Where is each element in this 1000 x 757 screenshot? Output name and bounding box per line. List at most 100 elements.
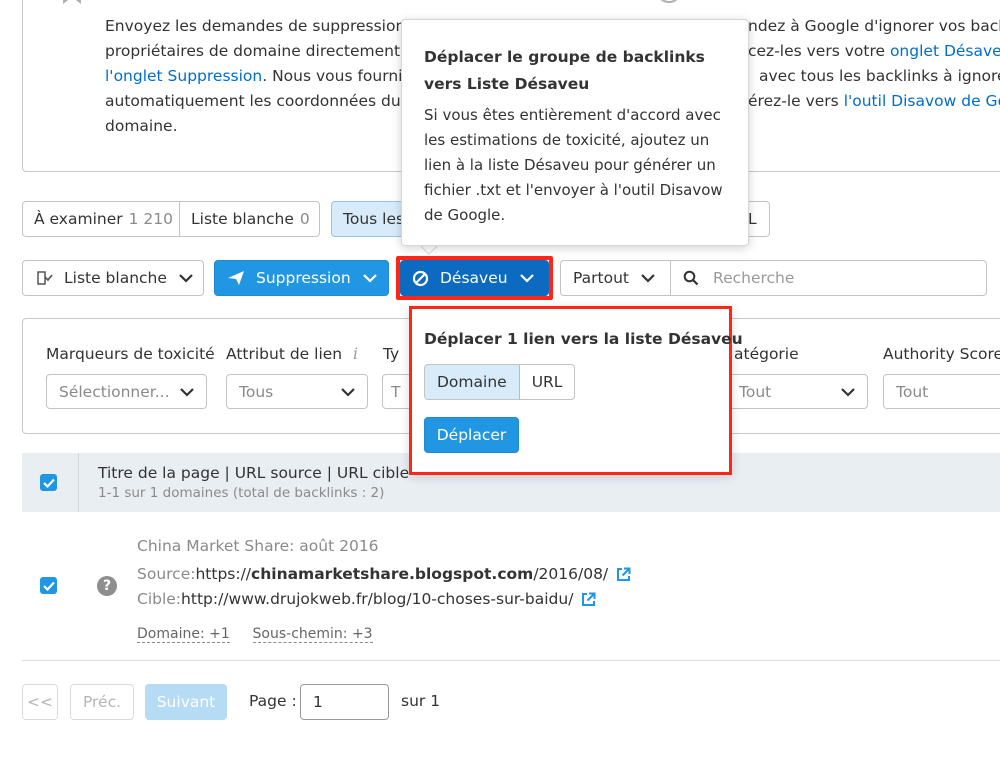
column-divider bbox=[78, 453, 79, 512]
source-domain: chinamarketshare.blogspot.com bbox=[251, 565, 534, 583]
filter-label-type: Ty bbox=[383, 345, 400, 363]
tooltip-title: Déplacer le groupe de backlinks vers Lis… bbox=[424, 48, 705, 93]
source-path: /2016/08/ bbox=[533, 565, 609, 583]
link-attribute-select[interactable]: Tous bbox=[226, 374, 368, 409]
external-link-icon[interactable] bbox=[581, 592, 596, 607]
popup-title: Déplacer 1 lien vers la liste Désaveu bbox=[424, 330, 743, 348]
move-button[interactable]: Déplacer bbox=[424, 417, 519, 453]
tooltip-body: Si vous êtes entièrement d'accord avec l… bbox=[424, 106, 723, 224]
category-select[interactable]: Tout bbox=[726, 374, 868, 409]
question-icon[interactable]: ? bbox=[97, 576, 117, 596]
chevron-down-icon bbox=[341, 387, 355, 397]
check-icon bbox=[42, 581, 55, 591]
filter-label-category: atégorie bbox=[734, 345, 799, 363]
page-input[interactable]: 1 bbox=[300, 684, 389, 720]
select-value: Sélectionner... bbox=[59, 382, 170, 401]
disavow-tab-link[interactable]: onglet Désaveu bbox=[890, 42, 1000, 60]
scope-toggle: Domaine URL bbox=[424, 364, 576, 400]
chevron-down-icon bbox=[841, 387, 855, 397]
scope-label: Partout bbox=[573, 269, 629, 287]
toggle-url[interactable]: URL bbox=[520, 365, 575, 399]
info-text-fragment: cez-les vers votre bbox=[748, 42, 890, 60]
filter-label-text: Attribut de lien bbox=[226, 345, 343, 363]
prev-page-button[interactable]: Préc. bbox=[70, 684, 134, 720]
tab-label: Liste blanche bbox=[191, 210, 294, 228]
toxicity-markers-select[interactable]: Sélectionner... bbox=[46, 374, 207, 409]
source-prefix: https:// bbox=[195, 565, 252, 583]
info-left-line: l'onglet Suppression. Nous vous fournir bbox=[105, 64, 409, 89]
block-icon bbox=[412, 270, 429, 286]
column-subtitle: 1-1 sur 1 domaines (total de backlinks :… bbox=[98, 485, 385, 501]
chevron-down-icon bbox=[179, 274, 193, 283]
external-link-icon[interactable] bbox=[616, 567, 631, 582]
search-input[interactable]: Recherche bbox=[670, 260, 987, 296]
column-title: Titre de la page | URL source | URL cibl… bbox=[98, 464, 410, 482]
select-value: Tout bbox=[896, 382, 929, 401]
chevron-down-icon bbox=[519, 274, 534, 283]
source-label: Source: bbox=[137, 565, 196, 583]
chevron-down-icon bbox=[180, 387, 194, 397]
row-source: Source: https://chinamarketshare.blogspo… bbox=[137, 565, 631, 583]
info-left-line: Envoyez les demandes de suppression d bbox=[105, 17, 421, 35]
type-select[interactable]: T bbox=[382, 374, 412, 409]
tab-label: L bbox=[748, 210, 757, 228]
info-right-line: cez-les vers votre onglet Désaveu bbox=[748, 39, 1000, 64]
row-divider bbox=[22, 660, 1000, 661]
filter-label-link-attr: Attribut de lien i bbox=[226, 345, 358, 363]
target-label: Cible: bbox=[137, 590, 182, 608]
info-right-line: ndez à Google d'ignorer vos backl bbox=[748, 17, 1000, 35]
whitelist-button[interactable]: Liste blanche bbox=[22, 260, 204, 296]
tab-label: Tous les bbox=[343, 210, 405, 228]
disavow-button[interactable]: Désaveu bbox=[400, 260, 549, 296]
removal-tab-link[interactable]: l'onglet Suppression bbox=[105, 67, 262, 85]
select-value: T bbox=[391, 382, 401, 401]
tab-count: 0 bbox=[299, 210, 310, 228]
scope-select[interactable]: Partout bbox=[560, 260, 671, 296]
info-text-fragment: . Nous vous fournir bbox=[262, 67, 409, 85]
disavow-tooltip: Déplacer le groupe de backlinks vers Lis… bbox=[401, 19, 749, 246]
tab-count: 1 210 bbox=[128, 210, 173, 228]
info-left-line: domaine. bbox=[105, 117, 178, 135]
select-value: Tous bbox=[239, 382, 274, 401]
filter-label-toxicity: Marqueurs de toxicité bbox=[46, 345, 215, 363]
info-text-fragment: érez-le vers bbox=[748, 92, 844, 110]
disavow-popup: Déplacer 1 lien vers la liste Désaveu Do… bbox=[409, 306, 743, 475]
row-tags: Domaine: +1 Sous-chemin: +3 bbox=[137, 624, 373, 643]
tab-to-review[interactable]: À examiner 1 210 bbox=[22, 201, 180, 237]
select-all-checkbox[interactable] bbox=[40, 474, 57, 491]
tab-whitelist[interactable]: Liste blanche 0 bbox=[179, 201, 320, 237]
info-left-line: automatiquement les coordonnées du bbox=[105, 92, 401, 110]
search-placeholder: Recherche bbox=[713, 269, 795, 287]
chevron-down-icon bbox=[362, 274, 377, 283]
removal-button[interactable]: Suppression bbox=[214, 260, 389, 296]
next-page-button[interactable]: Suivant bbox=[145, 684, 227, 720]
domain-tag[interactable]: Domaine: +1 bbox=[137, 626, 230, 643]
subpath-tag[interactable]: Sous-chemin: +3 bbox=[252, 626, 373, 643]
tab-all[interactable]: Tous les bbox=[331, 201, 411, 237]
authority-score-select[interactable]: Tout bbox=[883, 374, 1000, 409]
search-icon bbox=[683, 270, 699, 286]
toggle-domain[interactable]: Domaine bbox=[425, 365, 520, 399]
disavow-label: Désaveu bbox=[440, 269, 508, 287]
source-url[interactable]: https://chinamarketshare.blogspot.com/20… bbox=[195, 565, 608, 583]
info-icon[interactable]: i bbox=[353, 345, 358, 363]
removal-label: Suppression bbox=[256, 269, 351, 287]
filter-label-authority: Authority Score bbox=[883, 345, 1000, 363]
info-left-line: propriétaires de domaine directement bbox=[105, 42, 401, 60]
info-circle-icon bbox=[660, 0, 678, 3]
info-right-line: érez-le vers l'outil Disavow de Goo bbox=[748, 89, 1000, 114]
send-icon bbox=[228, 271, 244, 285]
page-total: sur 1 bbox=[401, 692, 441, 710]
first-page-button[interactable]: << bbox=[22, 684, 58, 720]
row-page-title: China Market Share: août 2016 bbox=[137, 537, 379, 555]
row-checkbox[interactable] bbox=[40, 577, 57, 594]
page-label: Page : bbox=[249, 692, 297, 710]
whitelist-icon bbox=[37, 271, 53, 285]
bookmark-icon bbox=[63, 0, 81, 4]
info-right-line: avec tous les backlinks à ignorer bbox=[759, 67, 1000, 85]
target-url[interactable]: http://www.drujokweb.fr/blog/10-choses-s… bbox=[181, 590, 573, 608]
disavow-tool-link[interactable]: l'outil Disavow de Goo bbox=[844, 92, 1000, 110]
check-icon bbox=[42, 478, 55, 488]
row-target: Cible: http://www.drujokweb.fr/blog/10-c… bbox=[137, 590, 596, 608]
chevron-down-icon bbox=[641, 274, 655, 283]
